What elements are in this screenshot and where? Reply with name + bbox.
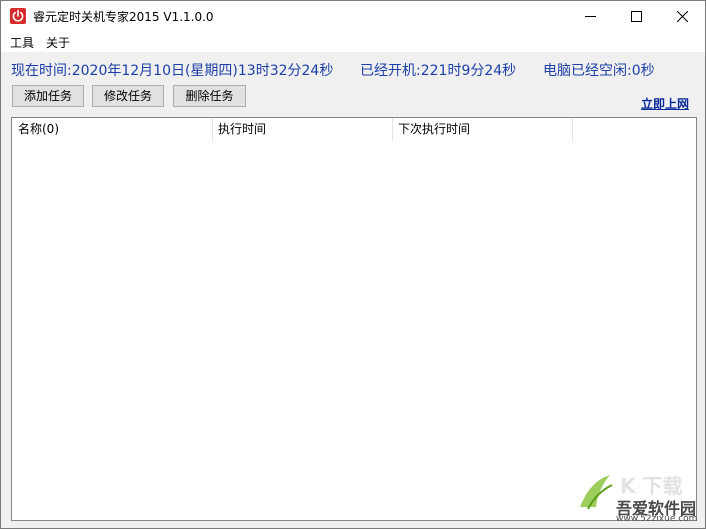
watermark: K 下载 吾爱软件园 www.52zixue.com [576,471,704,527]
column-header-name[interactable]: 名称(0) [12,118,212,142]
close-button[interactable] [659,1,705,32]
current-time-label: 现在时间:2020年12月10日(星期四)13时32分24秒 [11,63,334,79]
idle-time-label: 电脑已经空闲:0秒 [543,63,655,79]
go-online-link[interactable]: 立即上网 [641,95,689,112]
delete-task-button[interactable]: 删除任务 [173,85,246,107]
column-header-next-exec-time[interactable]: 下次执行时间 [392,118,572,142]
add-task-button[interactable]: 添加任务 [12,85,84,107]
menu-tools[interactable]: 工具 [10,34,34,51]
menu-about[interactable]: 关于 [46,34,70,51]
maximize-button[interactable] [613,1,659,32]
watermark-url: www.52zixue.com [616,514,698,524]
task-list-header: 名称(0) 执行时间 下次执行时间 [12,118,696,142]
column-divider[interactable] [572,118,573,142]
title-bar[interactable]: 睿元定时关机专家2015 V1.1.0.0 [1,1,705,32]
column-header-exec-time[interactable]: 执行时间 [212,118,392,142]
minimize-button[interactable] [567,1,613,32]
maximize-icon [631,11,642,22]
edit-task-button[interactable]: 修改任务 [92,85,164,107]
uptime-label: 已经开机:221时9分24秒 [360,63,517,79]
close-icon [677,11,688,22]
minimize-icon [585,16,596,17]
task-list[interactable]: 名称(0) 执行时间 下次执行时间 [11,117,697,521]
menu-bar: 工具 关于 [1,32,705,52]
power-icon [10,8,26,24]
main-window: 睿元定时关机专家2015 V1.1.0.0 工具 关于 现在时间:2020年12… [0,0,706,529]
window-title: 睿元定时关机专家2015 V1.1.0.0 [33,10,214,24]
